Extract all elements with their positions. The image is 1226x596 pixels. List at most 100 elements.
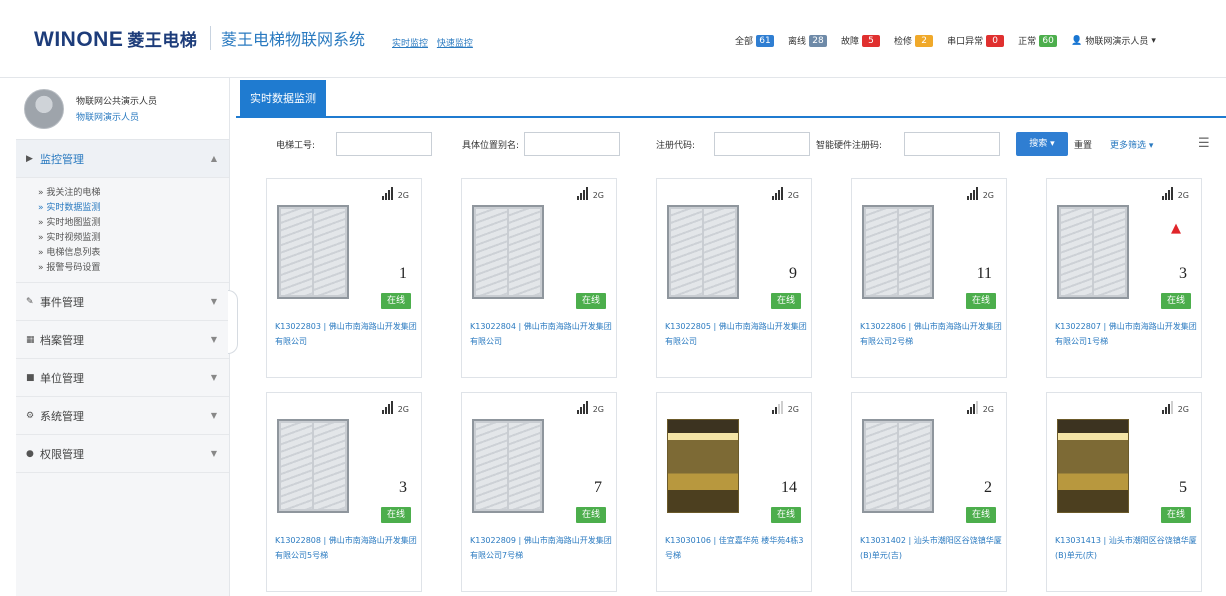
- search-button[interactable]: 搜索 ▾: [1016, 132, 1068, 156]
- user-name: 物联网演示人员: [1085, 37, 1149, 47]
- chevron-down-icon: ▼: [210, 449, 217, 458]
- elevator-caption-link[interactable]: K13022806 | 佛山市南海路山开发集团有限公司2号梯: [860, 319, 1002, 349]
- sidebar-item[interactable]: » 实时地图监测: [38, 216, 229, 231]
- unit-icon: ■: [26, 372, 35, 383]
- online-badge: 在线: [966, 507, 996, 523]
- elevator-card[interactable]: 2G 1 在线 K13022803 | 佛山市南海路山开发集团有限公司: [266, 178, 422, 378]
- sidebar-group-label: 权限管理: [40, 447, 84, 461]
- sidebar-group[interactable]: ▦ 档案管理 ▼: [16, 321, 229, 359]
- elevator-door-image: [862, 419, 934, 513]
- status-item[interactable]: 正常 60: [1018, 34, 1058, 47]
- status-count-badge: 60: [1039, 34, 1058, 47]
- sidebar-group[interactable]: ⚙ 系统管理 ▼: [16, 397, 229, 435]
- signal-strength-icon: 2G: [1161, 401, 1189, 414]
- elevator-card[interactable]: 2G 2 在线 K13031402 | 汕头市潮阳区谷饶镇华厦(B)单元(吉): [851, 392, 1007, 592]
- status-label: 全部: [735, 37, 754, 47]
- online-badge: 在线: [381, 293, 411, 309]
- location-label: 具体位置别名:: [462, 141, 520, 151]
- elevator-no-input[interactable]: [336, 132, 432, 156]
- status-count-badge: 0: [986, 34, 1005, 47]
- profile-name: 物联网公共演示人员: [76, 97, 158, 107]
- elevator-door-image: [277, 419, 349, 513]
- sidebar-group-label: 系统管理: [40, 409, 84, 423]
- tab-realtime-monitoring[interactable]: 实时数据监测: [240, 80, 326, 118]
- avatar: [24, 88, 64, 129]
- status-item[interactable]: 检修 2: [894, 34, 934, 47]
- online-badge: 在线: [381, 507, 411, 523]
- floor-number: 9: [789, 265, 797, 282]
- sidebar-item[interactable]: » 实时视频监测: [38, 231, 229, 246]
- elevator-door-image: [1057, 205, 1129, 299]
- sidebar-group-label: 档案管理: [40, 333, 84, 347]
- elevator-card[interactable]: 2G 7 在线 K13022809 | 佛山市南海路山开发集团有限公司7号梯: [461, 392, 617, 592]
- elevator-caption-link[interactable]: K13022803 | 佛山市南海路山开发集团有限公司: [275, 319, 417, 349]
- chevron-down-icon: ▼: [210, 411, 217, 420]
- elevator-caption-link[interactable]: K13031413 | 汕头市潮阳区谷饶镇华厦(B)单元(庆): [1055, 533, 1197, 563]
- elevator-caption-link[interactable]: K13022804 | 佛山市南海路山开发集团有限公司: [470, 319, 612, 349]
- status-label: 离线: [788, 37, 807, 47]
- elevator-card[interactable]: 2G 3 在线 K13022808 | 佛山市南海路山开发集团有限公司5号梯: [266, 392, 422, 592]
- sidebar: 物联网公共演示人员 物联网演示人员 ▶ 监控管理 ▲ » 我关注的电梯» 实时数据监测…: [16, 78, 230, 596]
- gear-icon: ⚙: [26, 410, 35, 421]
- tab-bar: 实时数据监测: [236, 78, 1226, 118]
- elevator-card[interactable]: 2G ▲ 3 在线 K13022807 | 佛山市南海路山开发集团有限公司1号梯: [1046, 178, 1202, 378]
- elevator-caption-link[interactable]: K13022807 | 佛山市南海路山开发集团有限公司1号梯: [1055, 319, 1197, 349]
- reg-code-input[interactable]: [714, 132, 810, 156]
- quick-link-fast[interactable]: 快速监控: [437, 39, 473, 49]
- sidebar-group[interactable]: ■ 单位管理 ▼: [16, 359, 229, 397]
- status-item[interactable]: 串口异常 0: [947, 34, 1005, 47]
- signal-strength-icon: 2G: [1161, 187, 1189, 200]
- sidebar-group-label: 单位管理: [40, 371, 84, 385]
- elevator-door-image: [277, 205, 349, 299]
- status-count-badge: 2: [915, 34, 934, 47]
- sidebar-group[interactable]: ▶ 监控管理 ▲: [16, 140, 229, 178]
- status-label: 串口异常: [947, 37, 984, 47]
- elevator-caption-link[interactable]: K13030106 | 佳宜嘉华苑 楼华苑4栋3号梯: [665, 533, 807, 563]
- filter-bar: 电梯工号: 具体位置别名: 注册代码: 智能硬件注册码: 搜索 ▾ 重置 更多筛…: [236, 130, 1226, 160]
- profile-role[interactable]: 物联网演示人员: [76, 110, 157, 123]
- elevator-card[interactable]: 2G 5 在线 K13031413 | 汕头市潮阳区谷饶镇华厦(B)单元(庆): [1046, 392, 1202, 592]
- elevator-caption-link[interactable]: K13022808 | 佛山市南海路山开发集团有限公司5号梯: [275, 533, 417, 563]
- status-count-badge: 61: [756, 34, 775, 47]
- elevator-card[interactable]: 2G 9 在线 K13022805 | 佛山市南海路山开发集团有限公司: [656, 178, 812, 378]
- elevator-no-label: 电梯工号:: [276, 141, 316, 151]
- elevator-door-image: [862, 205, 934, 299]
- online-badge: 在线: [576, 293, 606, 309]
- sidebar-item[interactable]: » 电梯信息列表: [38, 246, 229, 261]
- status-label: 正常: [1018, 37, 1037, 47]
- elevator-caption-link[interactable]: K13022805 | 佛山市南海路山开发集团有限公司: [665, 319, 807, 349]
- sidebar-group[interactable]: ✎ 事件管理 ▼: [16, 283, 229, 321]
- quick-link-realtime[interactable]: 实时监控: [392, 39, 428, 49]
- chevron-down-icon: ▼: [210, 335, 217, 344]
- sidebar-item[interactable]: » 报警号码设置: [38, 261, 229, 276]
- status-item[interactable]: 离线 28: [788, 34, 828, 47]
- elevator-card[interactable]: 2G 在线 K13022804 | 佛山市南海路山开发集团有限公司: [461, 178, 617, 378]
- online-badge: 在线: [1161, 507, 1191, 523]
- reset-button[interactable]: 重置: [1074, 138, 1092, 151]
- status-item[interactable]: 故障 5: [841, 34, 881, 47]
- arrow-up-icon: ▲: [1171, 221, 1181, 236]
- header-quick-links: 实时监控 快速监控: [392, 36, 479, 49]
- sidebar-item[interactable]: » 我关注的电梯: [38, 186, 229, 201]
- more-filters-button[interactable]: 更多筛选 ▾: [1110, 138, 1153, 151]
- status-item[interactable]: 全部 61: [735, 34, 775, 47]
- signal-strength-icon: 2G: [966, 187, 994, 200]
- elevator-card[interactable]: 2G 11 在线 K13022806 | 佛山市南海路山开发集团有限公司2号梯: [851, 178, 1007, 378]
- location-input[interactable]: [524, 132, 620, 156]
- user-menu[interactable]: 👤 物联网演示人员 ▾: [1071, 34, 1156, 48]
- elevator-door-image: [472, 205, 544, 299]
- columns-icon[interactable]: ☰: [1198, 136, 1210, 151]
- sidebar-group[interactable]: ● 权限管理 ▼: [16, 435, 229, 473]
- elevator-card[interactable]: 2G 14 在线 K13030106 | 佳宜嘉华苑 楼华苑4栋3号梯: [656, 392, 812, 592]
- online-badge: 在线: [576, 507, 606, 523]
- chevron-up-icon: ▲: [210, 154, 217, 163]
- sidebar-item[interactable]: » 实时数据监测: [38, 201, 229, 216]
- archive-icon: ▦: [26, 334, 35, 345]
- system-title: 菱王电梯物联网系统: [210, 26, 365, 50]
- edit-icon: ✎: [26, 296, 34, 307]
- online-badge: 在线: [966, 293, 996, 309]
- elevator-caption-link[interactable]: K13022809 | 佛山市南海路山开发集团有限公司7号梯: [470, 533, 612, 563]
- brand-logo[interactable]: WINONE 菱王电梯: [34, 26, 197, 52]
- elevator-caption-link[interactable]: K13031402 | 汕头市潮阳区谷饶镇华厦(B)单元(吉): [860, 533, 1002, 563]
- hw-code-input[interactable]: [904, 132, 1000, 156]
